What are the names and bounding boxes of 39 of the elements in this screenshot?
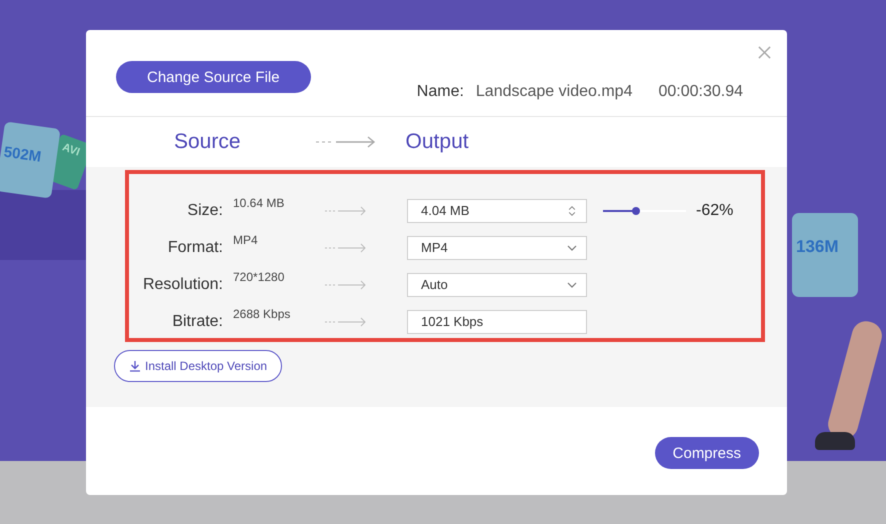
field-value: MP4 bbox=[421, 240, 448, 255]
duration-text: 00:00:30.94 bbox=[658, 83, 743, 101]
dropdown[interactable]: Auto bbox=[407, 272, 587, 296]
change-source-button[interactable]: Change Source File bbox=[116, 61, 311, 93]
arrow-icon bbox=[325, 206, 367, 216]
arrow-icon bbox=[325, 316, 367, 326]
setting-label: Size: bbox=[186, 202, 223, 220]
source-value: 2688 Kbps bbox=[232, 307, 292, 321]
file-type-label: AVI bbox=[60, 140, 82, 161]
field-value: 1021 Kbps bbox=[421, 314, 484, 329]
file-name: Landscape video.mp4 bbox=[476, 83, 632, 101]
slider-thumb[interactable] bbox=[632, 206, 640, 214]
number-field[interactable]: 4.04 MB bbox=[407, 198, 587, 222]
file-size-label: 136M bbox=[796, 237, 839, 257]
setting-label: Format: bbox=[166, 238, 223, 256]
field-value: Auto bbox=[421, 277, 448, 292]
chevron-down-icon bbox=[567, 242, 577, 252]
file-size-label: 502M bbox=[2, 144, 42, 166]
arrow-icon bbox=[325, 280, 367, 290]
arrow-icon bbox=[316, 136, 376, 148]
setting-label: Resolution: bbox=[142, 276, 223, 294]
output-heading: Output bbox=[406, 130, 469, 154]
spinner-arrows-icon[interactable] bbox=[567, 206, 577, 216]
setting-label: Bitrate: bbox=[171, 312, 223, 330]
reduction-percent: -62% bbox=[696, 202, 734, 220]
download-icon bbox=[129, 360, 141, 372]
source-value: MP4 bbox=[232, 233, 259, 247]
source-value: 10.64 MB bbox=[232, 196, 286, 210]
chevron-down-icon bbox=[567, 280, 577, 290]
source-value: 720*1280 bbox=[232, 270, 286, 284]
name-label: Name: bbox=[416, 83, 464, 101]
shoe-drawing bbox=[815, 432, 855, 450]
input-field[interactable]: 1021 Kbps bbox=[407, 310, 587, 334]
compress-button[interactable]: Compress bbox=[654, 437, 759, 469]
source-heading: Source bbox=[174, 130, 241, 154]
install-desktop-button[interactable]: Install Desktop Version bbox=[114, 350, 282, 382]
arrow-icon bbox=[325, 242, 367, 252]
dropdown[interactable]: MP4 bbox=[407, 236, 587, 260]
field-value: 4.04 MB bbox=[421, 203, 470, 218]
